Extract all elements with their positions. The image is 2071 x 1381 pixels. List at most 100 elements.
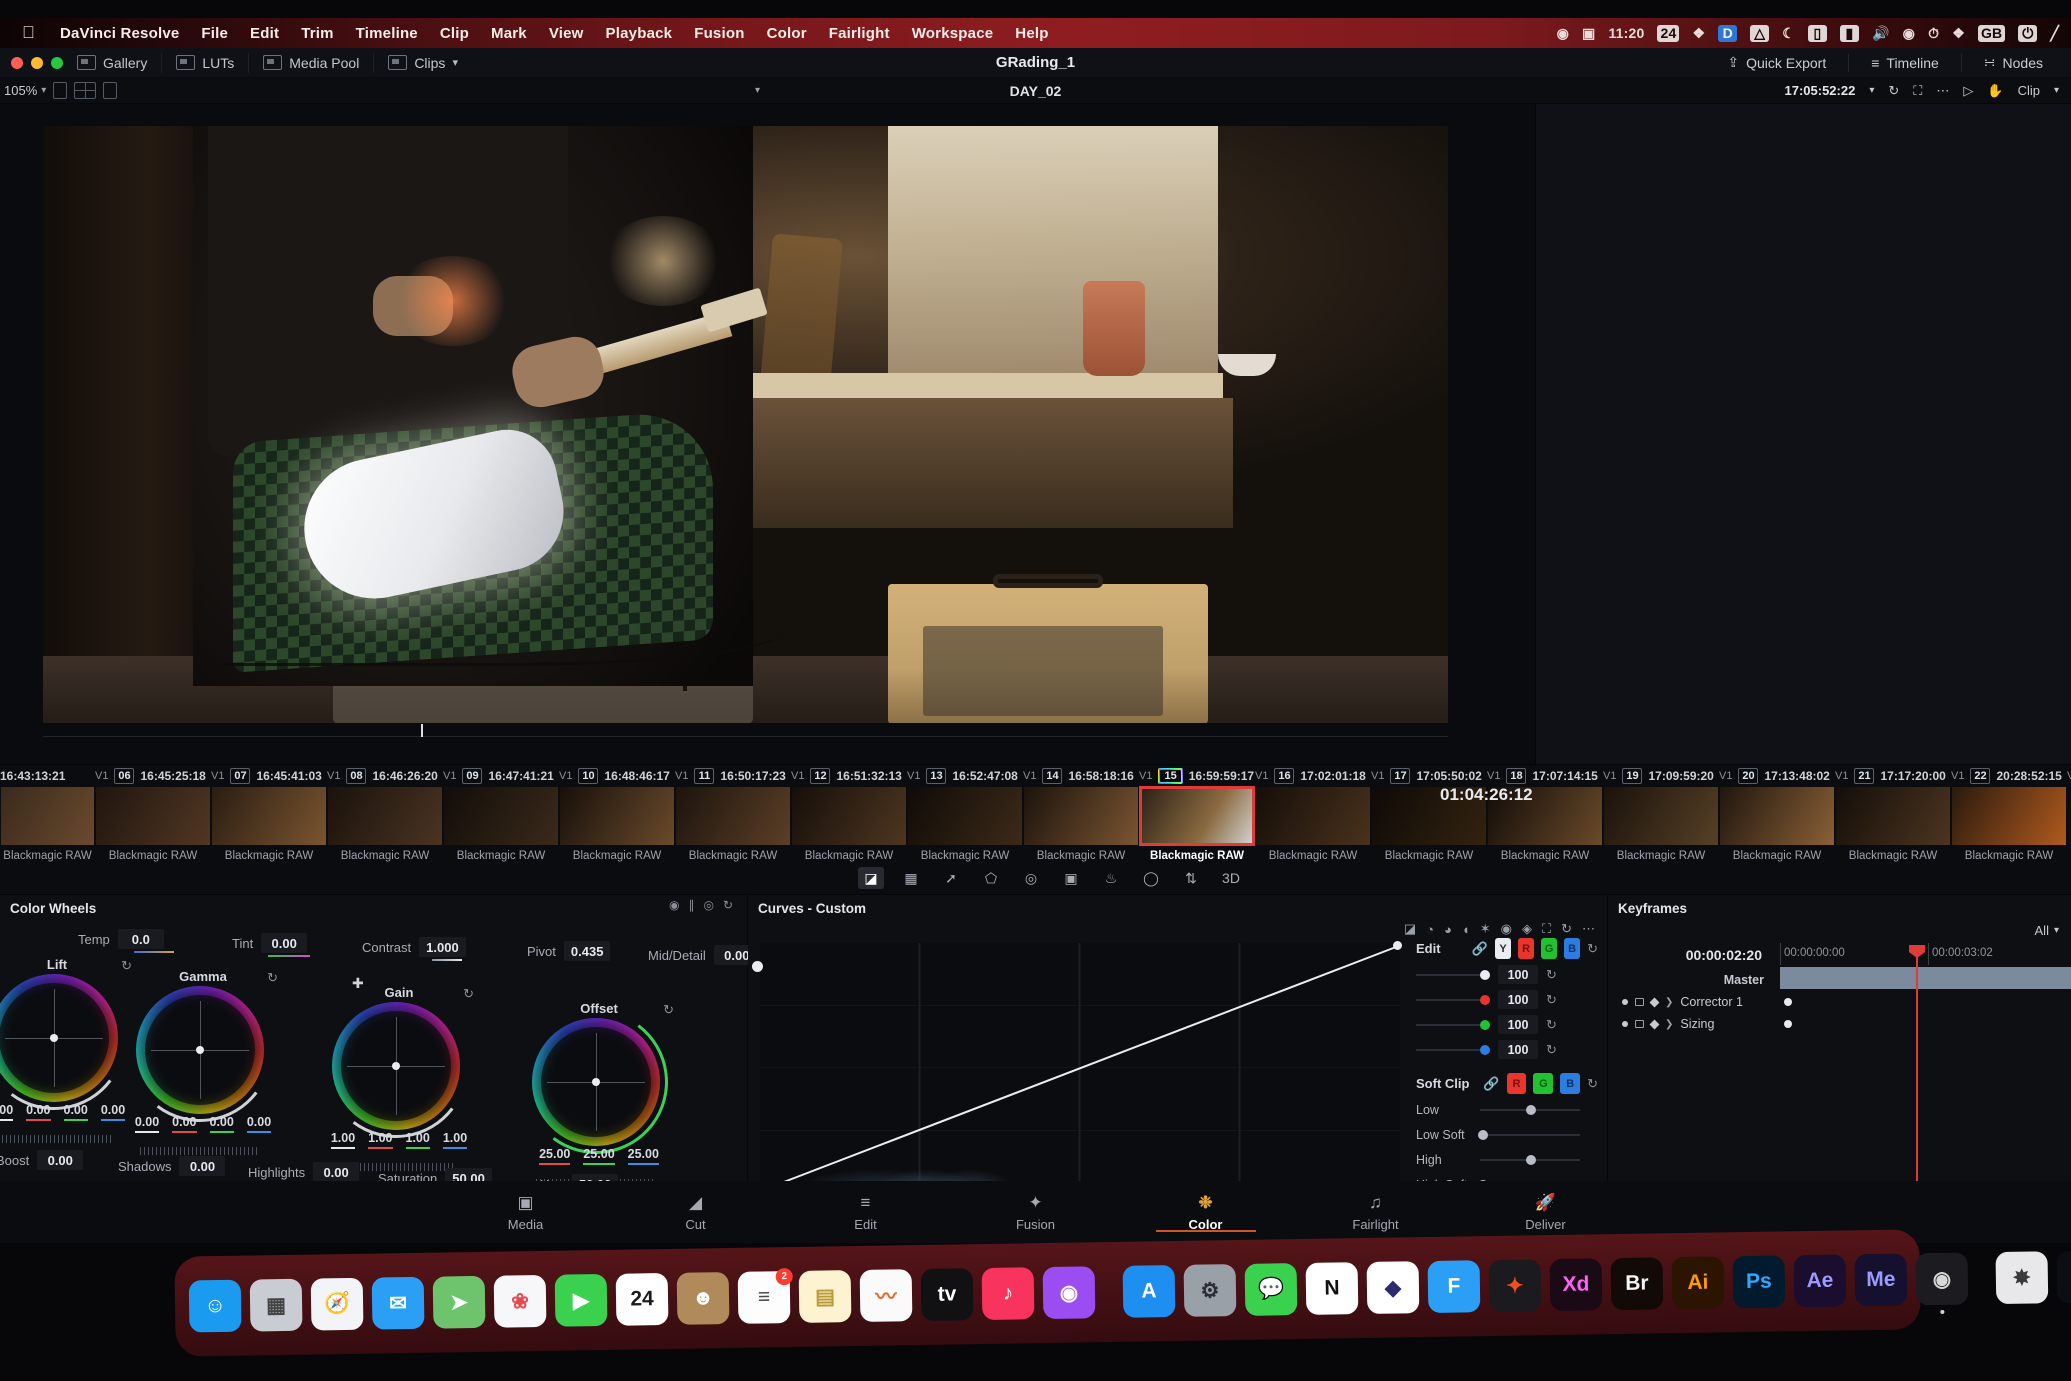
- clip-thumbnail[interactable]: [1, 787, 94, 845]
- contrast-field[interactable]: Contrast 1.000: [362, 937, 466, 961]
- chevron-right-icon[interactable]: ❯: [1665, 997, 1673, 1008]
- softclip-r-button[interactable]: R: [1506, 1073, 1527, 1094]
- clip-thumbnail[interactable]: [1256, 787, 1370, 845]
- timeline-clip[interactable]: V1 20 17:13:48:02 Blackmagic RAW: [1719, 765, 1835, 895]
- dock-adobe-xd-icon[interactable]: Xd: [1549, 1258, 1603, 1312]
- gamma-b-value[interactable]: 0.00: [247, 1115, 271, 1129]
- dock-appstore-icon[interactable]: A: [1122, 1265, 1176, 1318]
- menu-app-name[interactable]: DaVinci Resolve: [49, 25, 190, 42]
- dock-maps-icon[interactable]: ➤: [432, 1275, 486, 1329]
- offset-reset-icon[interactable]: ↻: [663, 1002, 674, 1018]
- clip-thumbnail[interactable]: [1836, 787, 1950, 845]
- dock-launchpad-icon[interactable]: ▦: [249, 1278, 303, 1332]
- keyframe-diamond-icon[interactable]: [1649, 997, 1660, 1007]
- gamma-reset-icon[interactable]: ↻: [267, 970, 278, 986]
- color-warper-icon[interactable]: ▦: [898, 867, 924, 889]
- quick-export-button[interactable]: ⇪ Quick Export: [1715, 54, 1838, 71]
- dock-messages-icon[interactable]: 💬: [1244, 1263, 1298, 1316]
- tint-value[interactable]: 0.00: [261, 933, 308, 953]
- dock-music-icon[interactable]: ♪: [981, 1267, 1035, 1321]
- timeline-clip[interactable]: V1 10 16:48:46:17 Blackmagic RAW: [559, 765, 675, 895]
- grammarly-icon[interactable]: ◉: [1557, 25, 1569, 42]
- timeline-clip[interactable]: V1 09 16:47:41:21 Blackmagic RAW: [443, 765, 559, 895]
- window-traffic-lights[interactable]: [0, 56, 63, 69]
- clip-thumbnail[interactable]: [792, 787, 906, 845]
- menu-playback[interactable]: Playback: [595, 25, 684, 42]
- timeline-clip[interactable]: V1 08 16:46:26:20 Blackmagic RAW: [327, 765, 443, 895]
- adobe-cc-icon[interactable]: △: [1750, 24, 1770, 42]
- maximize-window-button[interactable]: [51, 56, 63, 69]
- offset-color-wheel[interactable]: [532, 1018, 660, 1146]
- dock-figma-icon[interactable]: ✦: [1488, 1259, 1542, 1313]
- dock-calendar-icon[interactable]: 24: [615, 1272, 669, 1326]
- gamma-wheel-cell[interactable]: Gamma ↻ 0.00 0.00 0.00 0.00: [110, 968, 296, 1155]
- gain-g-value[interactable]: 1.00: [406, 1131, 430, 1145]
- power-window-icon[interactable]: ⬠: [978, 867, 1004, 889]
- boost-field[interactable]: Boost 0.00: [0, 1150, 84, 1170]
- lock-icon[interactable]: [1635, 998, 1644, 1006]
- moon-icon[interactable]: ☾: [1782, 25, 1795, 42]
- soft-clip-low-soft-slider[interactable]: [1478, 1129, 1580, 1140]
- dock-photos-icon[interactable]: ❀: [493, 1274, 547, 1328]
- clips-button[interactable]: Clips ▾: [374, 53, 472, 73]
- dock-reminders-icon[interactable]: ≡ 2: [737, 1268, 793, 1324]
- timeline-clip[interactable]: V1 06 16:45:25:18 Blackmagic RAW: [95, 765, 211, 895]
- magic-mask-icon[interactable]: ▣: [1058, 867, 1084, 889]
- clip-thumbnail[interactable]: [212, 787, 326, 845]
- edit-b-value[interactable]: 100: [1498, 1040, 1538, 1059]
- primary-bars-icon[interactable]: ∥: [688, 898, 694, 912]
- keyframes-current-timecode[interactable]: 00:00:02:20: [1622, 947, 1762, 963]
- tracker-icon[interactable]: ◎: [1018, 867, 1044, 889]
- dock-facetime-icon[interactable]: ▶: [554, 1273, 608, 1327]
- gamma-color-wheel[interactable]: [136, 986, 264, 1114]
- edit-y-slider[interactable]: [1416, 969, 1490, 980]
- clip-thumbnail[interactable]: [676, 787, 790, 845]
- shadows-field[interactable]: Shadows 0.00: [118, 1156, 226, 1176]
- chevron-right-icon[interactable]: ❯: [1665, 1019, 1673, 1030]
- keyframes-master-bar[interactable]: [1780, 967, 2071, 989]
- display-icon[interactable]: ▯: [1808, 24, 1827, 42]
- dock-podcasts-icon[interactable]: ◉: [1042, 1266, 1096, 1320]
- edit-r-value[interactable]: 100: [1498, 990, 1538, 1009]
- dock-davinci-resolve-icon[interactable]: ◉: [1915, 1252, 1969, 1314]
- clip-thumbnail[interactable]: [328, 787, 442, 845]
- offset-wheel-cell[interactable]: Offset ↻ 25.00 25.00 25.00: [506, 1000, 692, 1187]
- lift-r-value[interactable]: 0.00: [26, 1103, 50, 1117]
- clip-thumbnail[interactable]: [444, 787, 558, 845]
- menu-help[interactable]: Help: [1004, 25, 1059, 42]
- stereo-3d-icon[interactable]: 3D: [1218, 867, 1244, 889]
- gain-wheel-handle[interactable]: [392, 1062, 400, 1070]
- shadows-value[interactable]: 0.00: [179, 1156, 226, 1176]
- luts-button[interactable]: LUTs: [162, 52, 250, 73]
- log-wheels-icon[interactable]: ◎: [703, 898, 713, 912]
- minimize-window-button[interactable]: [31, 56, 43, 69]
- clip-thumbnail[interactable]: [560, 787, 674, 845]
- siri-icon[interactable]: ╱: [2050, 25, 2059, 42]
- gain-wheel-cell[interactable]: Gain ↻ 1.00 1.00 1.00 1.00: [306, 984, 492, 1171]
- soft-clip-high-slider[interactable]: [1480, 1154, 1580, 1165]
- gamma-wheel-handle[interactable]: [196, 1046, 204, 1054]
- dock-adobe-aftereffects-icon[interactable]: Ae: [1793, 1254, 1847, 1308]
- timeline-clip[interactable]: V1 07 16:45:41:03 Blackmagic RAW: [211, 765, 327, 895]
- dock-appletv-icon[interactable]: tv: [920, 1268, 974, 1321]
- edit-b-reset-icon[interactable]: ↻: [1546, 1042, 1557, 1058]
- temp-value[interactable]: 0.0: [117, 929, 164, 949]
- channel-g-button[interactable]: G: [1541, 938, 1558, 959]
- soft-clip-low-slider[interactable]: [1480, 1104, 1580, 1115]
- one-icon[interactable]: D: [1718, 24, 1738, 42]
- keyframe-track-master[interactable]: Master: [1608, 969, 1778, 991]
- dock-mail-icon[interactable]: ✉: [371, 1276, 425, 1330]
- dock-safari-icon[interactable]: 🧭: [310, 1277, 364, 1331]
- menu-fairlight[interactable]: Fairlight: [818, 25, 901, 42]
- menu-timeline[interactable]: Timeline: [345, 25, 429, 42]
- gain-b-value[interactable]: 1.00: [443, 1131, 467, 1145]
- screen-record-icon[interactable]: ▣: [1582, 25, 1595, 42]
- contrast-value[interactable]: 1.000: [419, 937, 466, 957]
- tint-field[interactable]: Tint 0.00: [232, 933, 310, 957]
- page-deliver[interactable]: 🚀 Deliver: [1501, 1193, 1591, 1232]
- mid-detail-field[interactable]: Mid/Detail 0.00: [648, 945, 760, 965]
- edit-reset-icon[interactable]: ↻: [1587, 941, 1598, 957]
- dock-adobe-bridge-icon[interactable]: Br: [1610, 1257, 1664, 1311]
- timeline-clip[interactable]: V12317:52:07:09 Blackmagic RAW: [2067, 765, 2071, 895]
- keyframes-filter[interactable]: All ▾: [2035, 923, 2059, 938]
